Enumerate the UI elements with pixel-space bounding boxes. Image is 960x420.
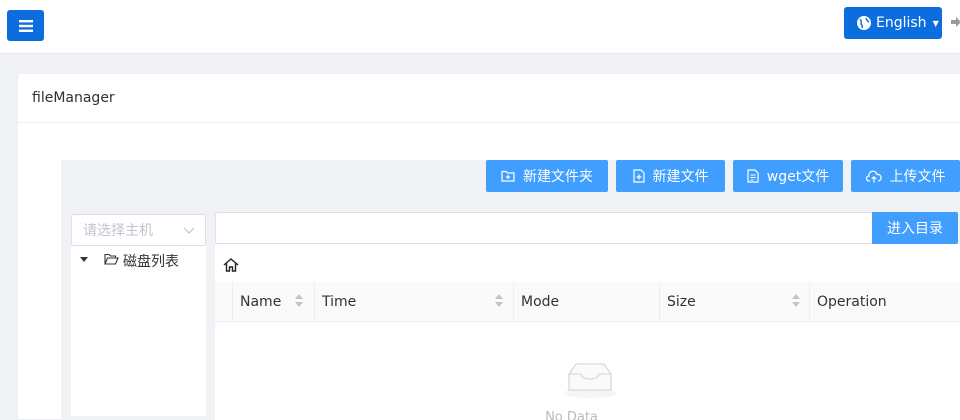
host-select[interactable]: 请选择主机: [71, 214, 206, 246]
sort-icon[interactable]: [495, 294, 503, 307]
home-icon[interactable]: [223, 258, 239, 272]
column-header-size[interactable]: Size: [659, 282, 809, 322]
column-header-operation: Operation: [809, 282, 960, 322]
column-header-mode: Mode: [513, 282, 659, 322]
folder-add-icon: [501, 170, 515, 182]
empty-inbox-icon: [564, 363, 616, 398]
new-file-label: 新建文件: [652, 169, 709, 185]
caret-down-icon: ▼: [932, 18, 939, 28]
menu-toggle-button[interactable]: [7, 10, 44, 41]
cloud-upload-icon: [865, 170, 882, 182]
file-table-header: Name Time Mode Size Operation: [215, 282, 960, 322]
logout-icon[interactable]: [949, 15, 960, 29]
tree-node-disks[interactable]: 磁盘列表: [71, 250, 206, 272]
new-folder-label: 新建文件夹: [523, 169, 593, 185]
caret-down-icon[interactable]: [80, 257, 88, 262]
new-file-button[interactable]: 新建文件: [616, 160, 725, 192]
sort-icon[interactable]: [792, 294, 800, 307]
top-navbar: English ▼: [0, 0, 960, 54]
path-input[interactable]: [215, 212, 873, 244]
globe-icon: [857, 16, 871, 30]
upload-file-label: 上传文件: [889, 169, 946, 185]
language-dropdown[interactable]: English ▼: [844, 7, 942, 39]
card-title: fileManager: [18, 74, 960, 123]
folder-open-icon: [104, 253, 119, 265]
column-header-time[interactable]: Time: [314, 282, 513, 322]
sort-icon[interactable]: [295, 294, 303, 307]
document-icon: [747, 169, 759, 183]
file-add-icon: [632, 169, 645, 183]
empty-state-text: No Data: [545, 410, 598, 420]
language-label: English: [876, 15, 927, 31]
new-folder-button[interactable]: 新建文件夹: [486, 160, 608, 192]
host-select-placeholder: 请选择主机: [83, 223, 153, 239]
chevron-down-icon: [183, 227, 195, 234]
enter-directory-button[interactable]: 进入目录: [872, 212, 958, 244]
disk-tree: 磁盘列表: [71, 246, 206, 416]
tree-node-label: 磁盘列表: [123, 254, 179, 270]
wget-file-label: wget文件: [766, 169, 830, 185]
wget-file-button[interactable]: wget文件: [733, 160, 843, 192]
hamburger-icon: [18, 19, 33, 32]
column-header-name[interactable]: Name: [232, 282, 314, 322]
file-list-area: Name Time Mode Size Operation No Data: [215, 244, 960, 420]
upload-file-button[interactable]: 上传文件: [851, 160, 960, 192]
